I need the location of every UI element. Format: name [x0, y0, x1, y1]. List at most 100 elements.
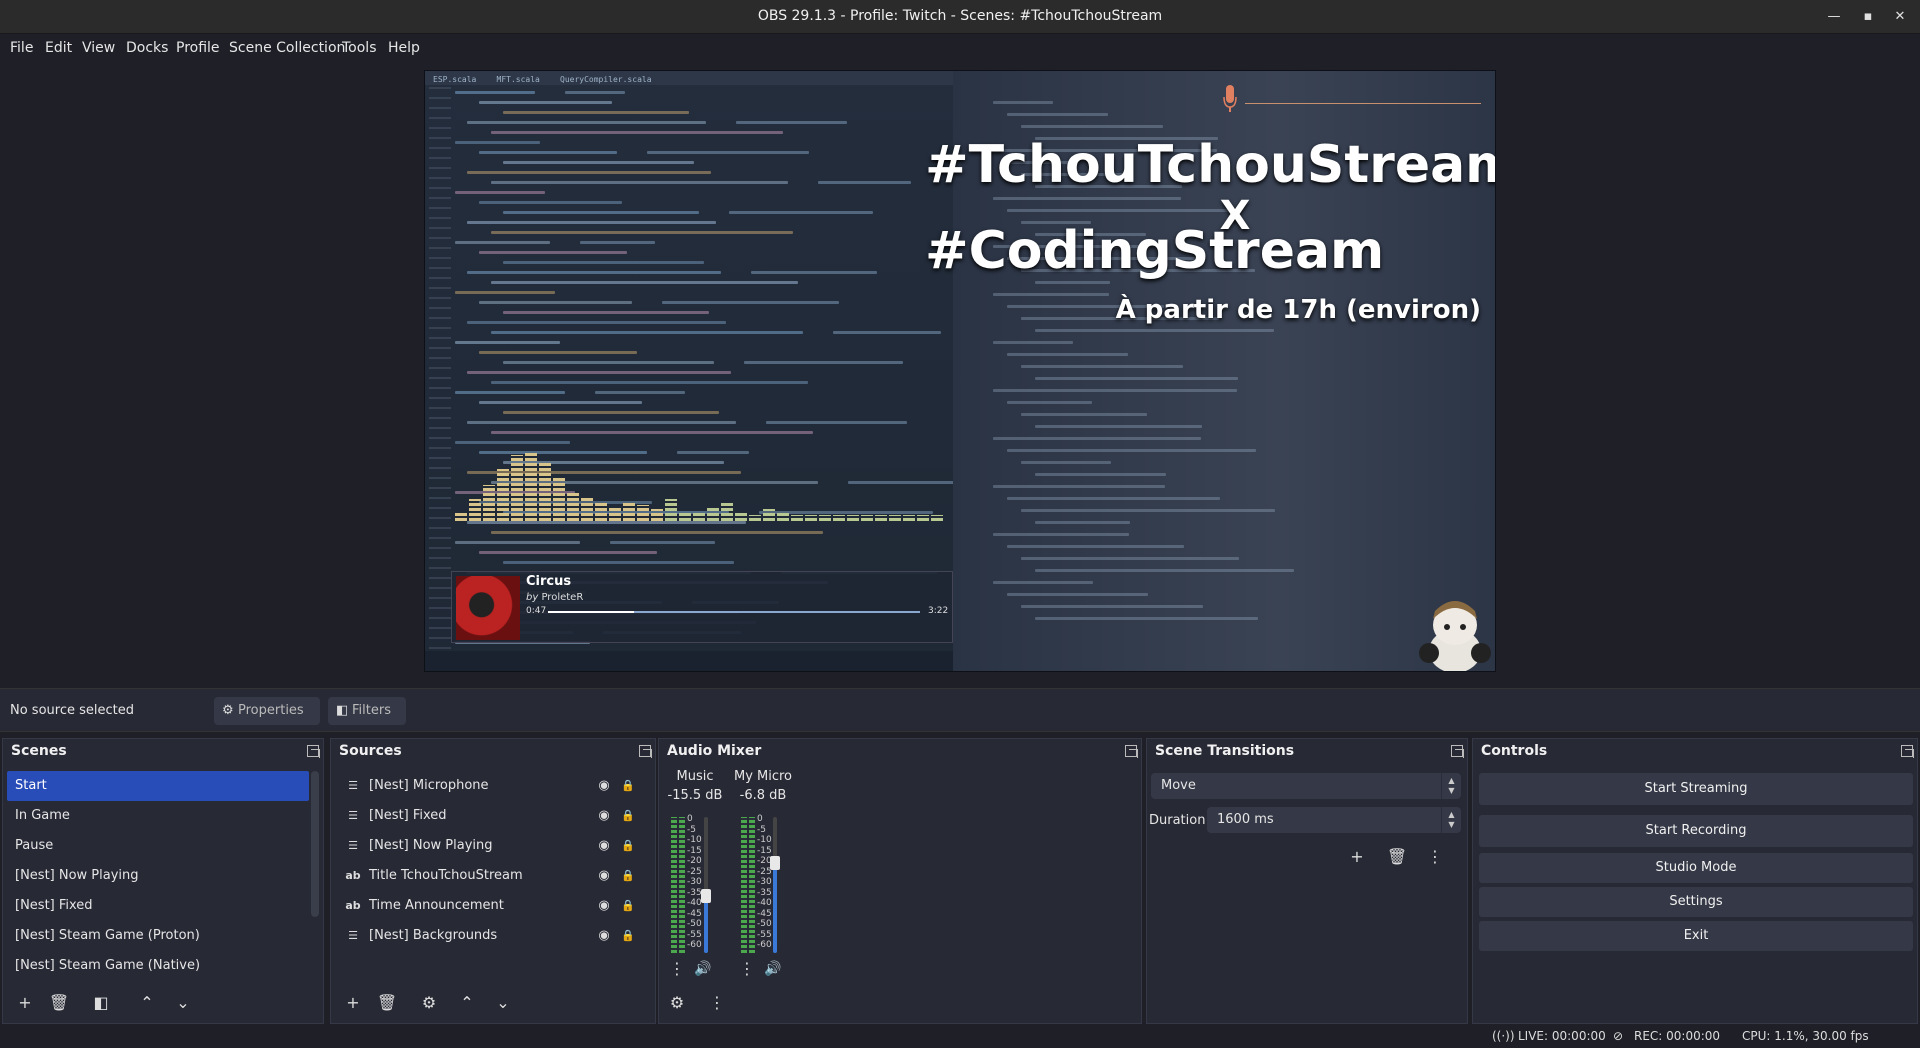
- close-icon[interactable]: ✕: [1890, 7, 1910, 27]
- code-line: [503, 111, 689, 114]
- menu-help[interactable]: Help: [388, 40, 420, 56]
- volume-meter: [741, 817, 747, 953]
- preview-canvas[interactable]: ESP.scala MFT.scala QueryCompiler.scala …: [424, 70, 1496, 672]
- now-playing-progress: [548, 611, 920, 613]
- speaker-icon[interactable]: 🔊: [689, 955, 717, 983]
- dock-float-icon[interactable]: [307, 745, 320, 758]
- volume-slider-handle[interactable]: [701, 888, 711, 903]
- mixer-channel-mic: My Micro -6.8 dB: [733, 769, 793, 803]
- lock-icon[interactable]: 🔒: [619, 891, 637, 921]
- maximize-icon[interactable]: ▪: [1858, 7, 1878, 27]
- duration-spinbox[interactable]: 1600 ms ▲ ▼: [1207, 807, 1461, 833]
- visualizer-bar: [749, 515, 761, 521]
- lock-icon[interactable]: 🔒: [619, 921, 637, 951]
- dock-float-icon[interactable]: [639, 745, 652, 758]
- kebab-menu-icon[interactable]: ⋮: [663, 955, 691, 983]
- menu-scene-collection[interactable]: Scene Collection: [229, 40, 345, 56]
- dock-float-icon[interactable]: [1125, 745, 1138, 758]
- visibility-eye-icon[interactable]: ◉: [595, 861, 613, 891]
- code-line: [455, 341, 560, 344]
- menu-docks[interactable]: Docks: [126, 40, 168, 56]
- volume-slider-handle[interactable]: [770, 856, 780, 871]
- scene-item[interactable]: [Nest] Now Playing: [7, 861, 309, 891]
- studio-mode-button[interactable]: Studio Mode: [1479, 853, 1913, 883]
- source-item[interactable]: ☰ [Nest] Backgrounds ◉ 🔒: [335, 921, 649, 951]
- trash-icon[interactable]: 🗑: [1383, 843, 1411, 871]
- advanced-audio-gear-icon[interactable]: ⚙: [663, 989, 691, 1017]
- visibility-eye-icon[interactable]: ◉: [595, 801, 613, 831]
- source-item[interactable]: ☰ [Nest] Microphone ◉ 🔒: [335, 771, 649, 801]
- source-item[interactable]: ab Time Announcement ◉ 🔒: [335, 891, 649, 921]
- scene-item[interactable]: Start: [7, 771, 309, 801]
- source-item[interactable]: ab Title TchouTchouStream ◉ 🔒: [335, 861, 649, 891]
- visualizer-bar: [595, 503, 607, 521]
- lock-icon[interactable]: 🔒: [619, 801, 637, 831]
- minimize-icon[interactable]: —: [1824, 7, 1844, 27]
- filter-icon[interactable]: ◧: [87, 989, 115, 1017]
- volume-meter: [679, 817, 685, 953]
- transition-select[interactable]: Move ▲ ▼: [1151, 773, 1461, 799]
- menu-file[interactable]: File: [10, 40, 33, 56]
- status-bar: ((·)) LIVE: 00:00:00 ⊘ REC: 00:00:00 CPU…: [0, 1026, 1920, 1048]
- lock-icon[interactable]: 🔒: [619, 831, 637, 861]
- visualizer-bar: [707, 507, 719, 521]
- code-line: [565, 91, 625, 94]
- kebab-menu-icon[interactable]: ⋮: [1421, 843, 1449, 871]
- visibility-eye-icon[interactable]: ◉: [595, 921, 613, 951]
- start-recording-button[interactable]: Start Recording: [1479, 815, 1913, 847]
- filters-button[interactable]: ◧ Filters: [328, 697, 406, 725]
- kebab-menu-icon[interactable]: ⋮: [703, 989, 731, 1017]
- source-item[interactable]: ☰ [Nest] Now Playing ◉ 🔒: [335, 831, 649, 861]
- move-up-icon[interactable]: ⌃: [133, 989, 161, 1017]
- menu-view[interactable]: View: [82, 40, 115, 56]
- add-icon[interactable]: +: [1343, 843, 1371, 871]
- move-down-icon[interactable]: ⌄: [489, 989, 517, 1017]
- code-line: [744, 361, 903, 364]
- channel-name: My Micro: [733, 769, 793, 784]
- visibility-eye-icon[interactable]: ◉: [595, 771, 613, 801]
- menu-bar: File Edit View Docks Profile Scene Colle…: [0, 34, 1920, 62]
- gear-icon[interactable]: ⚙: [415, 989, 443, 1017]
- settings-button[interactable]: Settings: [1479, 887, 1913, 917]
- scenes-scrollbar[interactable]: [311, 771, 319, 917]
- add-icon[interactable]: +: [11, 989, 39, 1017]
- exit-button[interactable]: Exit: [1479, 921, 1913, 951]
- visibility-eye-icon[interactable]: ◉: [595, 831, 613, 861]
- start-streaming-button[interactable]: Start Streaming: [1479, 773, 1913, 805]
- menu-tools[interactable]: Tools: [342, 40, 377, 56]
- scene-item[interactable]: [Nest] Fixed: [7, 891, 309, 921]
- scenes-title: Scenes: [11, 743, 67, 759]
- properties-button[interactable]: ⚙ Properties: [214, 697, 320, 725]
- add-icon[interactable]: +: [339, 989, 367, 1017]
- move-up-icon[interactable]: ⌃: [453, 989, 481, 1017]
- scene-item[interactable]: [Nest] Steam Game (Native): [7, 951, 309, 981]
- lock-icon[interactable]: 🔒: [619, 771, 637, 801]
- gear-icon: ⚙: [222, 703, 234, 718]
- kebab-menu-icon[interactable]: ⋮: [733, 955, 761, 983]
- move-down-icon[interactable]: ⌄: [169, 989, 197, 1017]
- spin-arrows-icon[interactable]: ▲ ▼: [1441, 807, 1461, 833]
- source-item[interactable]: ☰ [Nest] Fixed ◉ 🔒: [335, 801, 649, 831]
- dock-float-icon[interactable]: [1901, 745, 1914, 758]
- menu-edit[interactable]: Edit: [45, 40, 72, 56]
- menu-profile[interactable]: Profile: [176, 40, 220, 56]
- dock-float-icon[interactable]: [1451, 745, 1464, 758]
- scene-item[interactable]: [Nest] Steam Game (Proton): [7, 921, 309, 951]
- code-line: [993, 341, 1073, 344]
- transition-selected: Move: [1161, 778, 1196, 793]
- speaker-icon[interactable]: 🔊: [759, 955, 787, 983]
- volume-slider[interactable]: [701, 817, 711, 953]
- visualizer-bar: [581, 497, 593, 521]
- now-playing-widget: Circus by ProleteR 0:47 3:22: [451, 571, 953, 643]
- visualizer-bar: [525, 451, 537, 521]
- lock-icon[interactable]: 🔒: [619, 861, 637, 891]
- trash-icon[interactable]: 🗑: [45, 989, 73, 1017]
- scene-item[interactable]: Pause: [7, 831, 309, 861]
- trash-icon[interactable]: 🗑: [373, 989, 401, 1017]
- duration-label: Duration: [1149, 813, 1206, 828]
- volume-slider[interactable]: [770, 817, 780, 953]
- scene-item[interactable]: In Game: [7, 801, 309, 831]
- visibility-eye-icon[interactable]: ◉: [595, 891, 613, 921]
- now-playing-title: Circus: [526, 574, 572, 589]
- code-line: [467, 121, 706, 124]
